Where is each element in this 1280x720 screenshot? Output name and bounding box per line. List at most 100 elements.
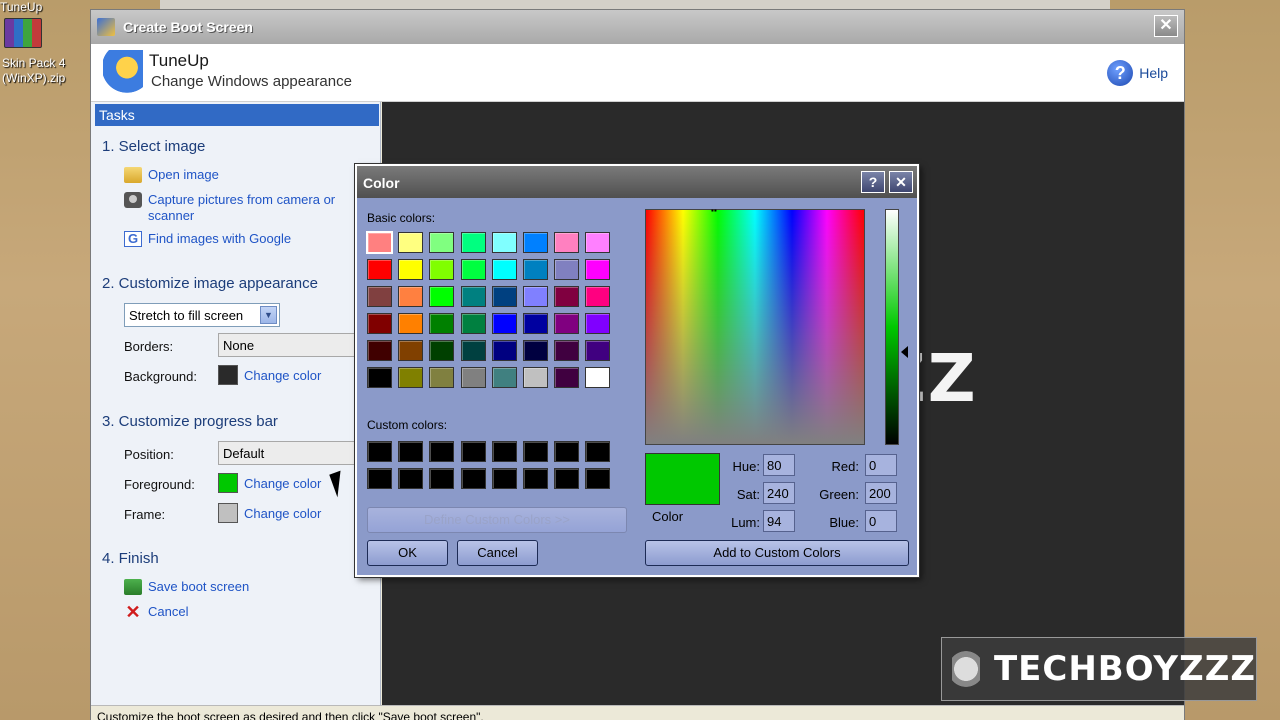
basic-color-swatch[interactable] xyxy=(491,259,517,280)
add-to-custom-colors-button[interactable]: Add to Custom Colors xyxy=(645,540,909,566)
background-swatch[interactable] xyxy=(218,365,238,385)
basic-color-swatch[interactable] xyxy=(367,259,392,280)
position-select[interactable]: Default xyxy=(218,441,378,465)
basic-color-swatch[interactable] xyxy=(367,313,392,334)
stretch-select[interactable]: Stretch to fill screen ▼ xyxy=(124,303,280,327)
basic-color-swatch[interactable] xyxy=(554,259,580,280)
frame-change-color-link[interactable]: Change color xyxy=(244,506,321,521)
basic-color-swatch[interactable] xyxy=(522,367,548,388)
find-google-link[interactable]: G Find images with Google xyxy=(124,231,291,247)
basic-color-swatch[interactable] xyxy=(585,367,611,388)
custom-color-swatch[interactable] xyxy=(367,441,392,462)
basic-color-swatch[interactable] xyxy=(491,367,517,388)
custom-color-swatch[interactable] xyxy=(554,441,580,462)
custom-color-swatch[interactable] xyxy=(429,468,455,489)
basic-color-swatch[interactable] xyxy=(522,232,548,253)
basic-color-swatch[interactable] xyxy=(460,232,486,253)
ok-button[interactable]: OK xyxy=(367,540,448,566)
custom-color-swatch[interactable] xyxy=(398,468,424,489)
save-boot-screen-link[interactable]: Save boot screen xyxy=(124,579,249,595)
basic-color-swatch[interactable] xyxy=(460,313,486,334)
red-input[interactable]: 0 xyxy=(865,454,897,476)
window-titlebar[interactable]: Create Boot Screen xyxy=(91,10,1184,44)
basic-color-swatch[interactable] xyxy=(398,313,424,334)
luminance-arrow-icon[interactable] xyxy=(901,346,908,358)
basic-color-swatch[interactable] xyxy=(554,286,580,307)
custom-color-swatch[interactable] xyxy=(460,468,486,489)
basic-color-swatch[interactable] xyxy=(429,286,455,307)
custom-color-swatch[interactable] xyxy=(429,441,455,462)
basic-color-swatch[interactable] xyxy=(460,259,486,280)
custom-color-swatch[interactable] xyxy=(491,468,517,489)
basic-color-swatch[interactable] xyxy=(366,231,393,254)
window-close-button[interactable]: ✕ xyxy=(1154,15,1178,37)
basic-color-swatch[interactable] xyxy=(398,232,424,253)
basic-color-swatch[interactable] xyxy=(585,232,611,253)
background-change-color-link[interactable]: Change color xyxy=(244,368,321,383)
custom-color-swatch[interactable] xyxy=(554,468,580,489)
basic-color-swatch[interactable] xyxy=(554,313,580,334)
basic-color-swatch[interactable] xyxy=(460,286,486,307)
basic-color-swatch[interactable] xyxy=(491,286,517,307)
capture-link[interactable]: Capture pictures from camera or scanner xyxy=(124,192,354,224)
custom-color-swatch[interactable] xyxy=(522,441,548,462)
green-input[interactable]: 200 xyxy=(865,482,897,504)
color-dialog-titlebar[interactable]: Color xyxy=(357,166,917,198)
chevron-down-icon[interactable]: ▼ xyxy=(260,306,277,324)
custom-color-swatch[interactable] xyxy=(585,468,611,489)
define-custom-colors-button[interactable]: Define Custom Colors >> xyxy=(367,507,627,533)
custom-color-swatch[interactable] xyxy=(460,441,486,462)
custom-color-swatch[interactable] xyxy=(491,441,517,462)
basic-color-swatch[interactable] xyxy=(491,232,517,253)
basic-color-swatch[interactable] xyxy=(554,232,580,253)
sat-input[interactable]: 240 xyxy=(763,482,795,504)
basic-color-swatch[interactable] xyxy=(429,232,455,253)
foreground-change-color-link[interactable]: Change color xyxy=(244,476,321,491)
lum-input[interactable]: 94 xyxy=(763,510,795,532)
basic-color-swatch[interactable] xyxy=(522,286,548,307)
open-image-link[interactable]: Open image xyxy=(124,167,219,183)
basic-color-swatch[interactable] xyxy=(367,367,392,388)
foreground-swatch[interactable] xyxy=(218,473,238,493)
basic-color-swatch[interactable] xyxy=(522,259,548,280)
basic-color-swatch[interactable] xyxy=(554,340,580,361)
basic-color-swatch[interactable] xyxy=(367,286,392,307)
basic-color-swatch[interactable] xyxy=(522,340,548,361)
color-spectrum[interactable] xyxy=(645,209,865,445)
basic-color-swatch[interactable] xyxy=(429,367,455,388)
desktop-icon-skinpack[interactable]: Skin Pack 4 (WinXP).zip xyxy=(0,18,80,86)
basic-color-swatch[interactable] xyxy=(491,340,517,361)
basic-color-swatch[interactable] xyxy=(585,340,611,361)
help-link[interactable]: ? Help xyxy=(1107,60,1168,86)
basic-color-swatch[interactable] xyxy=(522,313,548,334)
basic-color-swatch[interactable] xyxy=(460,340,486,361)
basic-color-swatch[interactable] xyxy=(367,340,392,361)
basic-color-swatch[interactable] xyxy=(429,313,455,334)
custom-color-swatch[interactable] xyxy=(367,468,392,489)
cancel-link[interactable]: ✕ Cancel xyxy=(124,603,188,621)
hue-input[interactable]: 80 xyxy=(763,454,795,476)
basic-color-swatch[interactable] xyxy=(398,286,424,307)
luminance-slider[interactable] xyxy=(885,209,899,445)
basic-color-swatch[interactable] xyxy=(398,367,424,388)
basic-color-swatch[interactable] xyxy=(491,313,517,334)
frame-swatch[interactable] xyxy=(218,503,238,523)
basic-color-swatch[interactable] xyxy=(429,259,455,280)
basic-color-swatch[interactable] xyxy=(585,286,611,307)
basic-color-swatch[interactable] xyxy=(398,259,424,280)
dialog-close-button[interactable]: ✕ xyxy=(889,171,913,193)
dialog-cancel-button[interactable]: Cancel xyxy=(457,540,538,566)
spectrum-crosshair[interactable] xyxy=(711,206,725,220)
custom-color-swatch[interactable] xyxy=(585,441,611,462)
basic-color-swatch[interactable] xyxy=(460,367,486,388)
blue-input[interactable]: 0 xyxy=(865,510,897,532)
basic-color-swatch[interactable] xyxy=(429,340,455,361)
basic-color-swatch[interactable] xyxy=(585,313,611,334)
custom-color-swatch[interactable] xyxy=(398,441,424,462)
borders-select[interactable]: None xyxy=(218,333,378,357)
basic-color-swatch[interactable] xyxy=(554,367,580,388)
dialog-help-button[interactable]: ? xyxy=(861,171,885,193)
basic-color-swatch[interactable] xyxy=(398,340,424,361)
custom-color-swatch[interactable] xyxy=(522,468,548,489)
basic-color-swatch[interactable] xyxy=(585,259,611,280)
